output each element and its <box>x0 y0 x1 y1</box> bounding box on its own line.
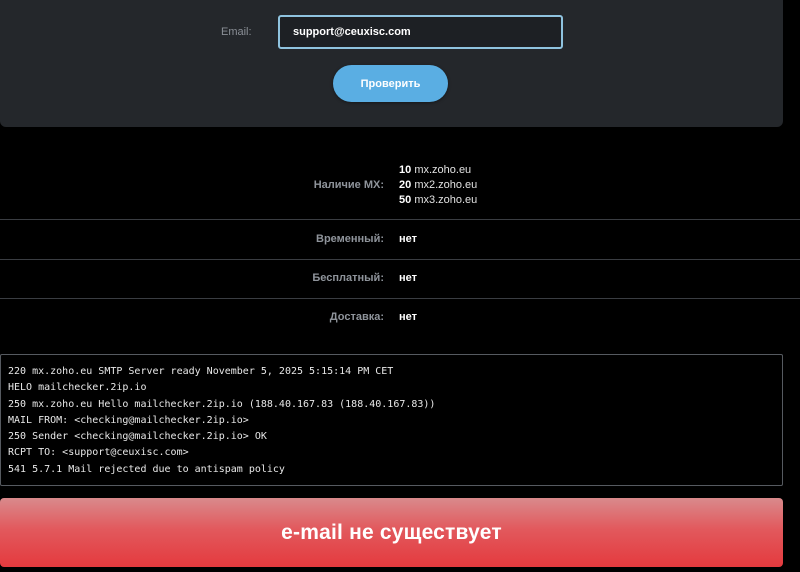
check-button[interactable]: Проверить <box>333 65 448 102</box>
free-row: Бесплатный: нет <box>0 260 800 299</box>
log-line: 220 mx.zoho.eu SMTP Server ready Novembe… <box>8 366 394 377</box>
email-input[interactable] <box>278 15 563 49</box>
delivery-value: нет <box>399 311 418 323</box>
email-label: Email: <box>221 26 252 38</box>
log-line: RCPT TO: <support@ceuxisc.com> <box>8 447 189 459</box>
mx-record: 50 mx3.zoho.eu <box>399 194 478 206</box>
log-line: MAIL FROM: <checking@mailchecker.2ip.io> <box>8 414 249 426</box>
log-line: 541 5.7.1 Mail rejected due to antispam … <box>8 463 285 475</box>
temporary-row: Временный: нет <box>0 220 800 260</box>
mx-row: Наличие MX: 10 mx.zoho.eu 20 mx2.zoho.eu… <box>0 160 800 220</box>
free-value: нет <box>399 272 418 284</box>
mx-records: 10 mx.zoho.eu 20 mx2.zoho.eu 50 mx3.zoho… <box>399 163 477 208</box>
log-line: 250 Sender <checking@mailchecker.2ip.io>… <box>8 431 267 443</box>
mx-record: 20 mx2.zoho.eu <box>399 179 478 191</box>
smtp-log: 220 mx.zoho.eu SMTP Server ready Novembe… <box>0 354 783 486</box>
delivery-row: Доставка: нет <box>0 299 800 339</box>
temporary-value: нет <box>399 233 418 245</box>
free-label: Бесплатный: <box>312 272 384 284</box>
email-check-form: Email: Проверить <box>0 0 783 127</box>
result-banner: e-mail не существует <box>0 498 783 567</box>
mx-record: 10 mx.zoho.eu <box>399 164 472 176</box>
result-text: e-mail не существует <box>281 520 502 544</box>
delivery-label: Доставка: <box>329 311 384 323</box>
temporary-label: Временный: <box>316 233 384 245</box>
mx-label: Наличие MX: <box>313 179 384 191</box>
log-line: 250 mx.zoho.eu Hello mailchecker.2ip.io … <box>8 398 436 410</box>
log-line: HELO mailchecker.2ip.io <box>8 382 147 394</box>
